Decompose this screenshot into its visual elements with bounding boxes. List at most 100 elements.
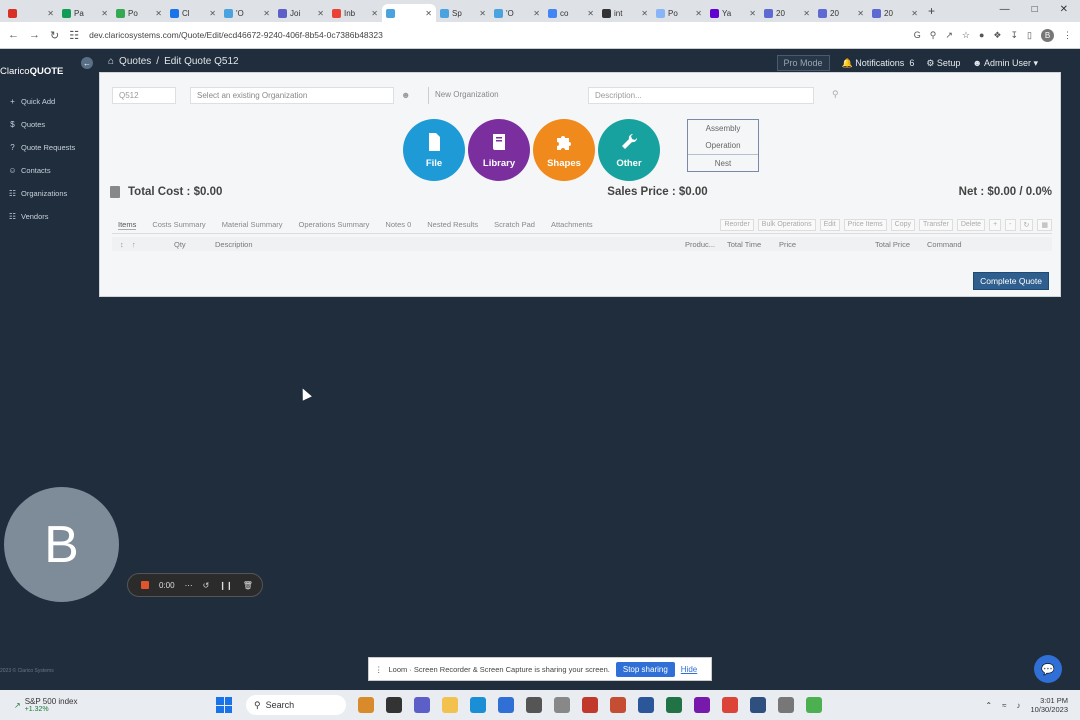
trash-icon[interactable]: 🗑 [243, 581, 253, 590]
tab-close-icon[interactable]: ✕ [479, 9, 486, 18]
tab-close-icon[interactable]: ✕ [587, 9, 594, 18]
col-description[interactable]: Description [179, 240, 685, 249]
taskbar-search[interactable]: ⚲ Search [246, 695, 346, 715]
tab-notes-0[interactable]: Notes 0 [385, 220, 411, 229]
app-icon[interactable] [498, 697, 514, 713]
forward-icon[interactable]: → [29, 29, 40, 41]
breadcrumb-quotes[interactable]: Quotes [119, 56, 151, 67]
browser-tab[interactable]: ✕ [4, 4, 58, 22]
browser-tab[interactable]: ✕ [382, 4, 436, 22]
browser-tab[interactable]: 20 ✕ [760, 4, 814, 22]
app-icon[interactable] [806, 697, 822, 713]
wifi-icon[interactable]: ≈ [1002, 701, 1006, 710]
url-field[interactable]: dev.claricosystems.com/Quote/Edit/ecd466… [89, 30, 383, 40]
onenote-icon[interactable] [694, 697, 710, 713]
site-info-icon[interactable]: ☷ [69, 29, 79, 42]
sidebar-item-organizations[interactable]: ☷ Organizations [0, 182, 96, 205]
operation-option[interactable]: Operation [688, 137, 758, 154]
extensions-puzzle-icon[interactable]: ❖ [993, 30, 1001, 41]
browser-tab[interactable]: Joi ✕ [274, 4, 328, 22]
google-icon[interactable]: G [914, 30, 921, 40]
col-qty[interactable]: Qty [144, 240, 186, 249]
word-icon[interactable] [638, 697, 654, 713]
powerpoint-icon[interactable] [610, 697, 626, 713]
hide-link[interactable]: Hide [681, 665, 697, 674]
grip-icon[interactable]: ⋮ [375, 665, 383, 674]
stock-widget[interactable]: ↗ S&P 500 index +1.32% [0, 697, 200, 713]
toolbar-button[interactable]: Price Items [843, 218, 887, 231]
windows-start-icon[interactable] [216, 697, 232, 713]
teams-icon[interactable] [414, 697, 430, 713]
stop-recording-icon[interactable] [141, 581, 149, 589]
close-icon[interactable]: ✕ [1060, 4, 1068, 15]
shapes-button[interactable]: Shapes [533, 119, 595, 181]
minimize-icon[interactable]: — [1000, 4, 1010, 15]
bookmark-star-icon[interactable]: ☆ [962, 30, 970, 41]
complete-quote-button[interactable]: Complete Quote [973, 272, 1049, 290]
sidebar-item-vendors[interactable]: ☷ Vendors [0, 205, 96, 228]
drag-handle-icon[interactable]: ⋯ [185, 581, 193, 590]
menu-icon[interactable]: ⋮ [1063, 30, 1072, 41]
app-icon[interactable] [554, 697, 570, 713]
description-field[interactable]: Description... [588, 87, 814, 104]
sort-icon[interactable]: ↑ [132, 240, 144, 249]
app-icon[interactable] [526, 697, 542, 713]
toolbar-button[interactable]: ↻ [1019, 218, 1034, 231]
brand-logo[interactable]: ClaricoQUOTE [0, 66, 63, 77]
pro-mode-toggle[interactable]: Pro Mode [776, 55, 830, 71]
user-menu[interactable]: ☻ Admin User ▾ [972, 58, 1038, 69]
tab-close-icon[interactable]: ✕ [803, 9, 810, 18]
file-explorer-icon[interactable] [442, 697, 458, 713]
home-icon[interactable]: ⌂ [108, 56, 114, 67]
app-icon[interactable] [386, 697, 402, 713]
organization-select[interactable]: Select an existing Organization [190, 87, 394, 104]
file-button[interactable]: File [403, 119, 465, 181]
assembly-option[interactable]: Assembly [688, 120, 758, 137]
pause-icon[interactable]: ❙❙ [219, 581, 232, 590]
browser-tab[interactable]: Sp ✕ [436, 4, 490, 22]
document-icon[interactable] [110, 186, 120, 198]
tab-nested-results[interactable]: Nested Results [427, 220, 478, 229]
browser-tab[interactable]: 20 ✕ [868, 4, 922, 22]
sidebar-item-contacts[interactable]: ☺ Contacts [0, 159, 96, 182]
notifications-button[interactable]: 🔔 Notifications 6 [842, 58, 915, 69]
other-button[interactable]: Other [598, 119, 660, 181]
browser-tab[interactable]: Ya ✕ [706, 4, 760, 22]
toolbar-button[interactable]: Reorder [720, 218, 754, 231]
sidepanel-icon[interactable]: ▯ [1027, 30, 1032, 41]
toolbar-button[interactable]: ▦ [1037, 218, 1052, 231]
sidebar-item-quote-requests[interactable]: ? Quote Requests [0, 136, 96, 159]
browser-tab[interactable]: 'O ✕ [490, 4, 544, 22]
tab-close-icon[interactable]: ✕ [533, 9, 540, 18]
tab-close-icon[interactable]: ✕ [857, 9, 864, 18]
toolbar-button[interactable]: + [989, 218, 1002, 231]
edge-icon[interactable] [470, 697, 486, 713]
chrome-icon[interactable] [722, 697, 738, 713]
toolbar-button[interactable]: - [1005, 218, 1016, 231]
app-icon[interactable] [582, 697, 598, 713]
sidebar-item-quick-add[interactable]: + Quick Add [0, 90, 96, 113]
col-total-time[interactable]: Total Time [727, 240, 779, 249]
toolbar-button[interactable]: Transfer [919, 218, 953, 231]
reload-icon[interactable]: ↻ [50, 29, 59, 42]
app-icon[interactable] [778, 697, 794, 713]
search-icon[interactable]: ⚲ [832, 89, 839, 100]
setup-button[interactable]: ⚙ Setup [926, 58, 960, 69]
browser-tab[interactable]: 20 ✕ [814, 4, 868, 22]
clock[interactable]: 3:01 PM 10/30/2023 [1030, 696, 1068, 714]
toolbar-button[interactable]: Copy [890, 218, 916, 231]
browser-tab[interactable]: Po ✕ [652, 4, 706, 22]
outlook-icon[interactable] [750, 697, 766, 713]
tab-close-icon[interactable]: ✕ [371, 9, 378, 18]
browser-tab[interactable]: Pa ✕ [58, 4, 112, 22]
tab-items[interactable]: Items [118, 220, 137, 230]
volume-icon[interactable]: ♪ [1016, 701, 1020, 710]
tab-close-icon[interactable]: ✕ [641, 9, 648, 18]
col-product[interactable]: Produc... [685, 240, 727, 249]
browser-tab[interactable]: int ✕ [598, 4, 652, 22]
tab-close-icon[interactable]: ✕ [263, 9, 270, 18]
collapse-sidebar-icon[interactable]: ← [81, 57, 93, 69]
zoom-icon[interactable]: ⚲ [930, 30, 937, 41]
tab-operations-summary[interactable]: Operations Summary [299, 220, 370, 229]
browser-tab[interactable]: Inb ✕ [328, 4, 382, 22]
